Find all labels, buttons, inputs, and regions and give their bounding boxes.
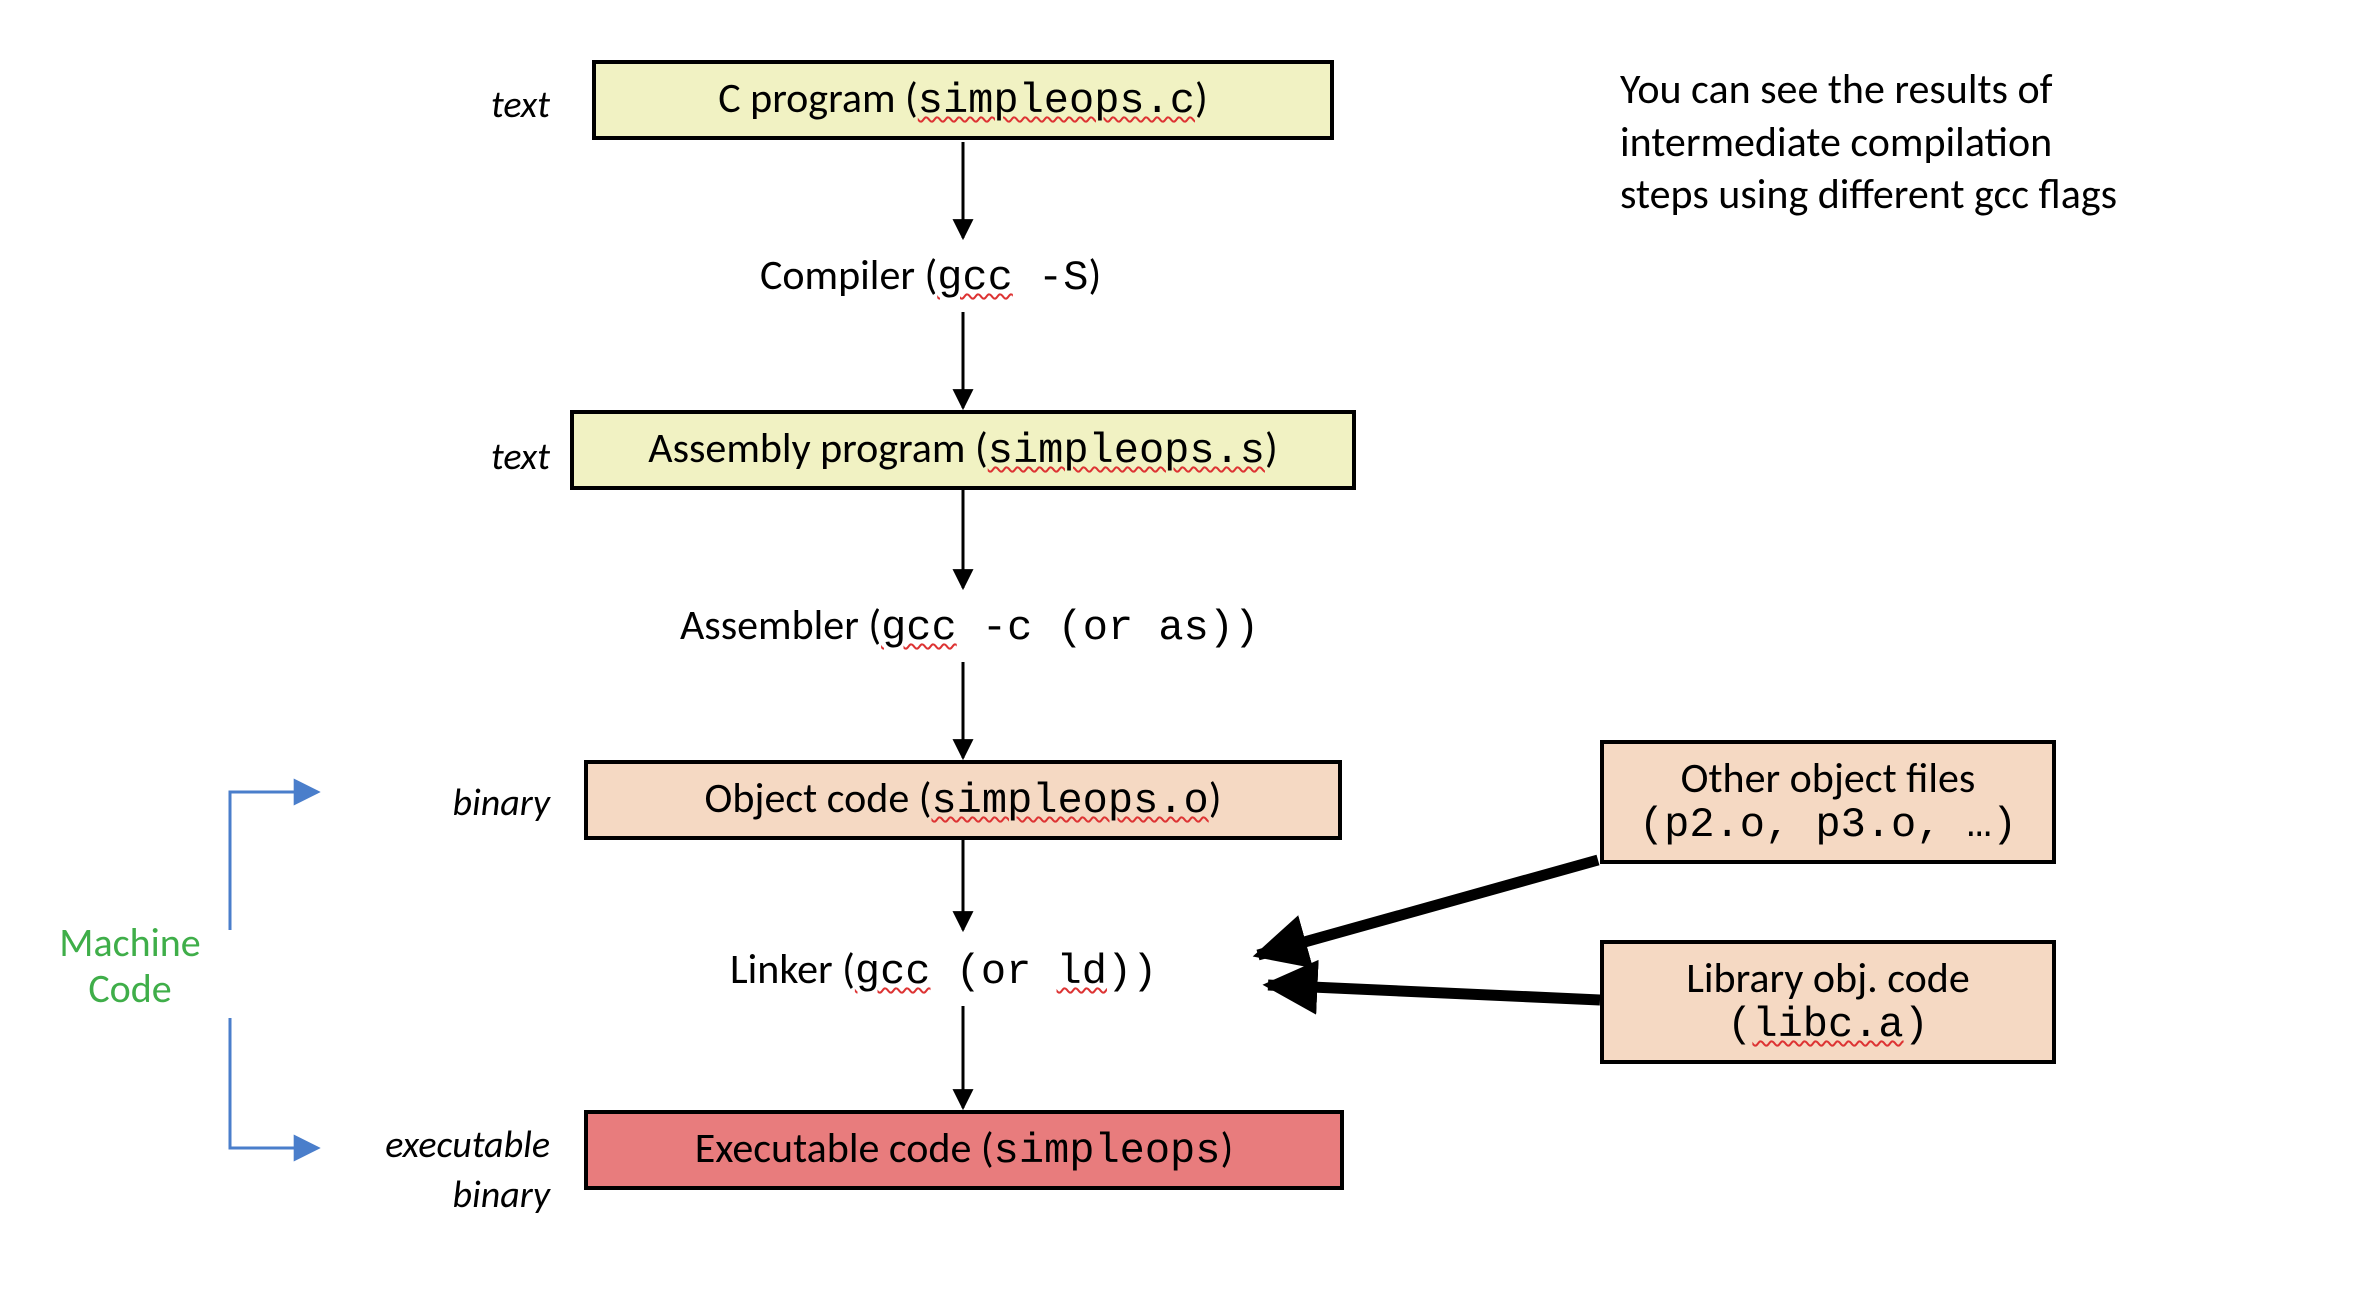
machine-code-label: Machine Code — [30, 920, 230, 1012]
linker-alt: ld — [1057, 948, 1107, 996]
label-text-1: text — [350, 82, 550, 128]
machine-code-line2: Code — [88, 964, 171, 1013]
library-pre: ( — [1727, 1001, 1752, 1049]
other-line1: Other object files — [1681, 753, 1976, 804]
assembler-pre: Assembler ( — [680, 600, 881, 651]
compiler-post: ) — [1088, 250, 1101, 301]
executable-file: simpleops — [994, 1127, 1221, 1175]
executable-post: ) — [1220, 1123, 1233, 1174]
library-post: ) — [1904, 1001, 1929, 1049]
executable-pre: Executable code ( — [695, 1123, 994, 1174]
assembly-file: simpleops.s — [988, 427, 1265, 475]
object-post: ) — [1209, 773, 1222, 824]
assembly-pre: Assembly program ( — [648, 423, 987, 474]
linker-mid: (or — [931, 948, 1057, 996]
executable-box: Executable code (simpleops) — [584, 1110, 1344, 1190]
assembler-post: )) — [1209, 604, 1259, 652]
linker-cmd: gcc — [855, 948, 931, 996]
assembly-post: ) — [1265, 423, 1278, 474]
label-text-2: text — [350, 434, 550, 480]
other-line2: (p2.o, p3.o, …) — [1639, 801, 2017, 849]
assembler-flag: -c — [957, 604, 1033, 652]
label-executable-2: binary — [310, 1172, 550, 1218]
assembler-alt: as — [1158, 604, 1208, 652]
c-program-post: ) — [1195, 73, 1208, 124]
compiler-pre: Compiler ( — [760, 250, 937, 301]
linker-pre: Linker ( — [730, 944, 855, 995]
note-line3: steps using different gcc flags — [1620, 169, 2117, 220]
object-pre: Object code ( — [705, 773, 932, 824]
library-file: libc.a — [1752, 1001, 1903, 1049]
note-text: You can see the results of intermediate … — [1620, 64, 2280, 222]
compiler-stage: Compiler (gcc -S) — [760, 250, 1101, 302]
compiler-cmd: gcc — [937, 254, 1013, 302]
note-line1: You can see the results of — [1620, 64, 2052, 115]
label-executable-1: executable — [310, 1122, 550, 1168]
object-file: simpleops.o — [931, 777, 1208, 825]
assembler-mid: (or — [1032, 604, 1158, 652]
assembly-box: Assembly program (simpleops.s) — [570, 410, 1356, 490]
object-box: Object code (simpleops.o) — [584, 760, 1342, 840]
c-program-pre: C program ( — [718, 73, 918, 124]
label-binary: binary — [330, 780, 550, 826]
linker-post: )) — [1107, 948, 1157, 996]
library-box: Library obj. code (libc.a) — [1600, 940, 2056, 1064]
note-line2: intermediate compilation — [1620, 117, 2052, 168]
assembler-cmd: gcc — [881, 604, 957, 652]
machine-code-line1: Machine — [59, 918, 200, 967]
assembler-stage: Assembler (gcc -c (or as)) — [680, 600, 1259, 652]
c-program-box: C program (simpleops.c) — [592, 60, 1334, 140]
compiler-flag: -S — [1013, 254, 1089, 302]
c-program-file: simpleops.c — [918, 77, 1195, 125]
linker-stage: Linker (gcc (or ld)) — [730, 944, 1157, 996]
other-objects-box: Other object files (p2.o, p3.o, …) — [1600, 740, 2056, 864]
